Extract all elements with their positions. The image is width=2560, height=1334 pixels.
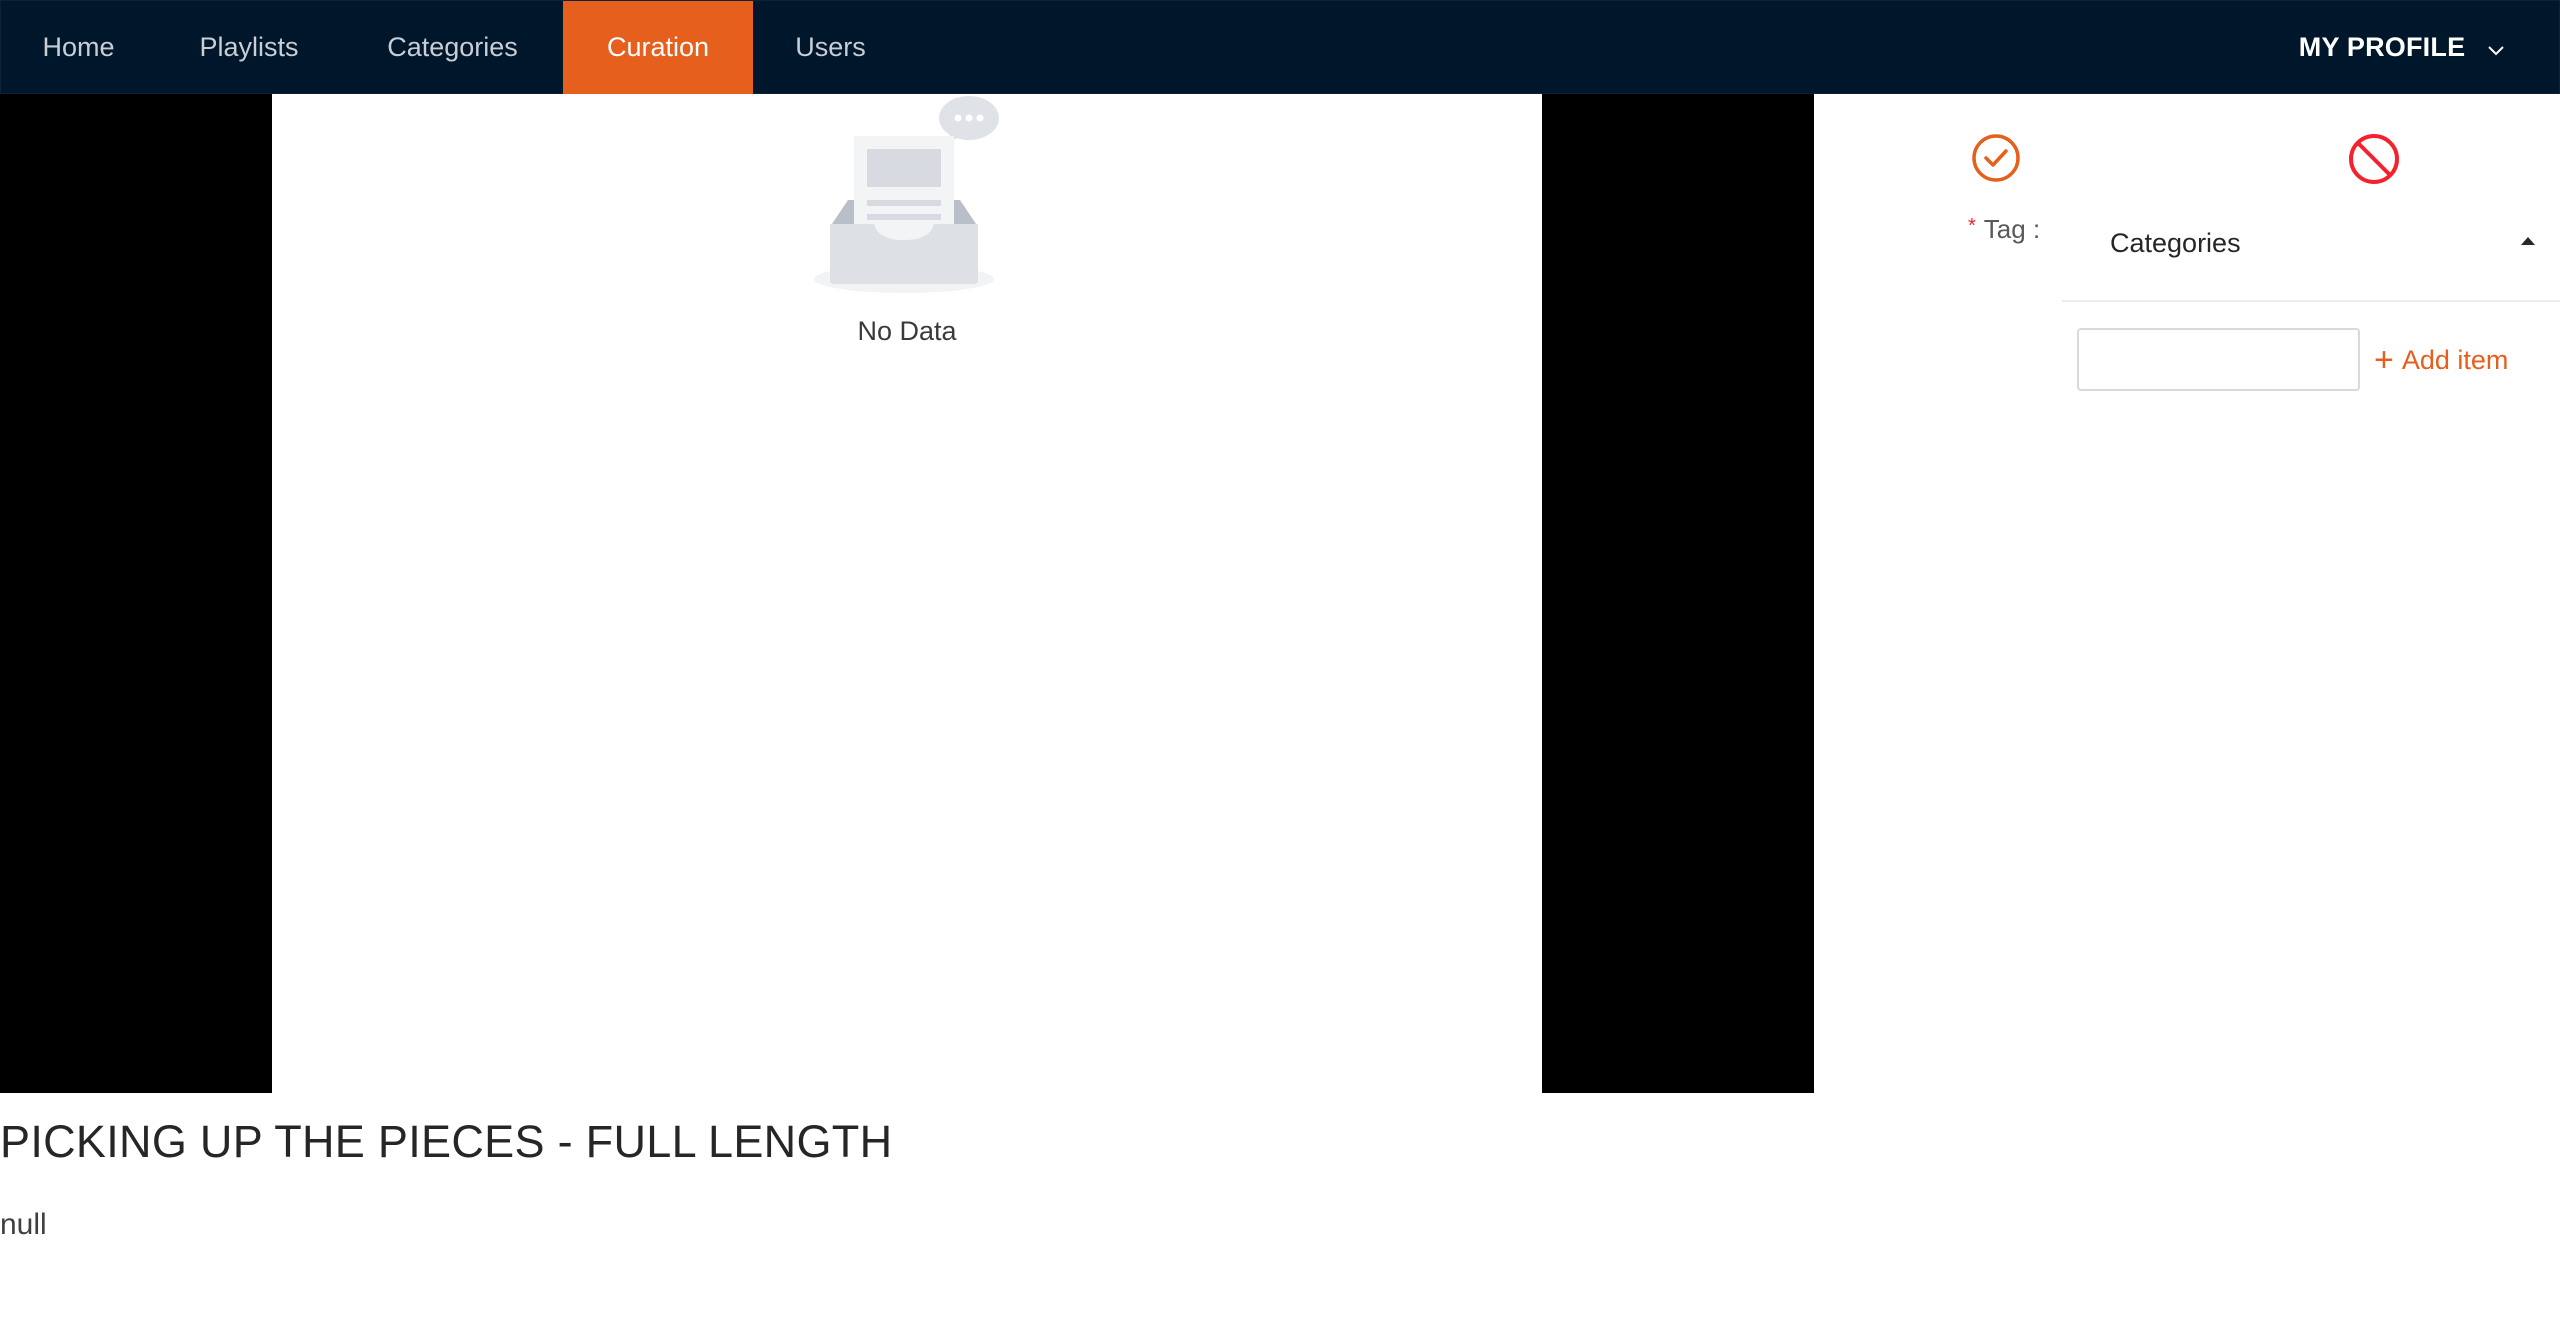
video-player[interactable]: No Data — [0, 94, 1814, 1093]
caret-up-icon[interactable] — [2520, 234, 2536, 252]
categories-dropdown[interactable]: Categories — [2062, 196, 2560, 302]
nav-item-categories[interactable]: Categories — [342, 1, 563, 94]
empty-state-text: No Data — [857, 316, 957, 346]
tag-field-label: * Tag : — [1968, 214, 2040, 245]
nav-item-curation[interactable]: Curation — [563, 1, 753, 94]
video-title: PICKING UP THE PIECES - FULL LENGTH — [0, 1116, 893, 1167]
nav-item-home[interactable]: Home — [1, 1, 156, 94]
empty-inbox-icon — [812, 94, 1012, 319]
dropdown-label: Categories — [2110, 228, 2241, 258]
plus-icon: + — [2374, 341, 2394, 379]
top-navbar: Home Playlists Categories Curation Users… — [0, 0, 2560, 94]
chevron-down-icon — [2487, 2, 2505, 95]
add-item-label: Add item — [2401, 345, 2509, 375]
nav-item-users[interactable]: Users — [753, 1, 908, 94]
add-item-button[interactable]: + Add item — [2374, 338, 2508, 382]
approve-check-icon[interactable] — [1971, 133, 2021, 188]
video-frame: No Data — [272, 94, 1542, 1093]
reject-stop-icon[interactable] — [2348, 133, 2400, 190]
new-item-input[interactable] — [2077, 328, 2360, 391]
required-mark: * — [1968, 215, 1976, 237]
profile-label: MY PROFILE — [2298, 32, 2466, 62]
video-description: null — [0, 1208, 47, 1241]
profile-menu[interactable]: MY PROFILE — [2299, 1, 2505, 94]
tag-label-suffix: : — [2032, 214, 2041, 244]
nav-item-playlists[interactable]: Playlists — [156, 1, 342, 94]
tag-label-text: Tag — [1983, 214, 2026, 244]
